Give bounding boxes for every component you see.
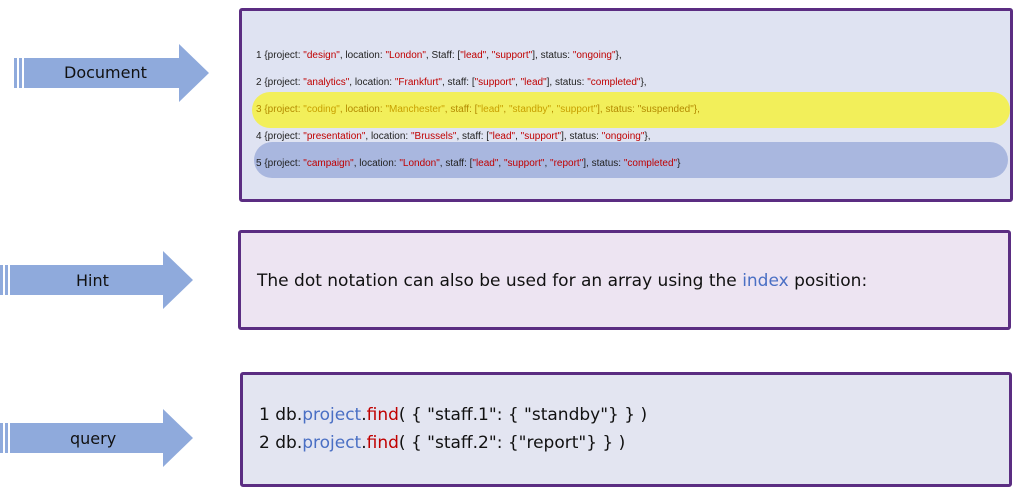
code-token: , location: [365,131,411,142]
query-line: 1 db.project.find( { "staff.1": { "stand… [259,405,647,425]
document-arrow: Document [14,42,210,104]
hint-arrow: Hint [0,250,194,310]
query-args: ( { "staff.2": {"report"} } ) [398,433,626,453]
code-token: ], status: [561,131,602,142]
string-token: "lead" [460,50,487,61]
code-token: } [677,158,681,169]
document-arrow-label: Document [64,63,147,82]
code-token: , location: [339,104,386,115]
query-line-number: 2 [259,433,270,453]
string-token: "Brussels" [411,131,457,142]
string-token: "London" [399,158,440,169]
string-token: "lead" [489,131,516,142]
code-token: ], status: "suspended"}, [597,104,700,115]
code-token: , location: [339,50,386,61]
document-line: 5 {project: "campaign", location: "Londo… [256,157,680,170]
hint-keyword: index [742,271,789,291]
string-token: "campaign" [303,158,354,169]
string-token: "London" [385,50,426,61]
string-token: "support" [503,158,545,169]
code-token: , staff: [ [439,158,473,169]
query-arrow-label: query [70,429,117,448]
code-token: ], status: [583,158,624,169]
string-token: "support" [474,77,516,88]
query-args: ( { "staff.1": { "standby"} } ) [398,405,648,425]
string-token: "support" [520,131,562,142]
query-method: find [366,405,399,425]
code-token: }, [615,50,622,61]
code-token: }, [640,77,647,88]
hint-text-before: The dot notation can also be used for an… [257,271,743,291]
string-token: "ongoing" [601,131,645,142]
query-db: db. [269,433,303,453]
code-token: , staff: [ [456,131,490,142]
string-token: "completed" [587,77,641,88]
code-token: 3 {project: [256,104,304,115]
code-token: 2 {project: [256,77,304,88]
string-token: "standby" [508,104,552,115]
string-token: "support" [491,50,533,61]
document-line: 2 {project: "analytics", location: "Fran… [256,76,647,89]
code-token: , staff: [ [441,77,475,88]
document-panel: 1 {project: "design", location: "London"… [239,8,1013,202]
code-token: , location: [353,158,400,169]
code-token: , location: [349,77,395,88]
code-token: , staff: [ [444,104,478,115]
code-token: ], status: [546,77,588,88]
string-token: "coding" [303,104,340,115]
hint-text-after: position: [788,271,868,291]
string-token: "Frankfurt" [394,77,442,88]
code-token: 4 {project: [256,131,304,142]
hint-panel: The dot notation can also be used for an… [238,230,1011,330]
string-token: "Manchester" [385,104,445,115]
document-line: 3 {project: "coding", location: "Manches… [256,103,700,116]
string-token: "analytics" [303,77,350,88]
code-token: 1 {project: [256,50,304,61]
query-method: find [366,433,399,453]
query-collection: project [302,405,362,425]
string-token: "report" [550,158,584,169]
string-token: "lead" [477,104,504,115]
hint-text: The dot notation can also be used for an… [257,271,867,291]
string-token: "design" [303,50,340,61]
string-token: "completed" [623,158,678,169]
string-token: "presentation" [303,131,366,142]
code-token: 5 {project: [256,158,304,169]
string-token: "ongoing" [572,50,616,61]
query-line: 2 db.project.find( { "staff.2": {"report… [259,433,625,453]
query-collection: project [302,433,362,453]
code-token: , Staff: [ [425,50,461,61]
code-token: }, [644,131,651,142]
string-token: "lead" [472,158,499,169]
document-line: 4 {project: "presentation", location: "B… [256,130,651,143]
code-token: ], status: [532,50,573,61]
query-line-number: 1 [259,405,270,425]
hint-arrow-label: Hint [76,271,109,290]
string-token: "lead" [520,77,547,88]
query-db: db. [269,405,303,425]
query-panel: 1 db.project.find( { "staff.1": { "stand… [240,372,1012,487]
document-line: 1 {project: "design", location: "London"… [256,49,622,62]
query-arrow: query [0,408,194,468]
string-token: "support" [556,104,598,115]
